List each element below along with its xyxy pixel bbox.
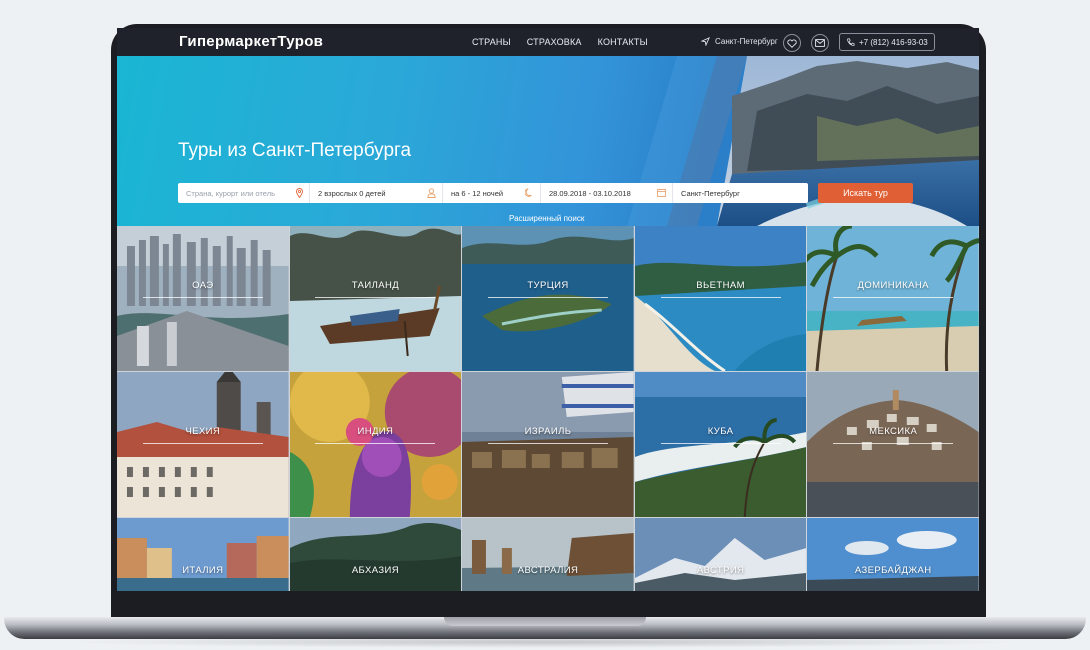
prague-old-town-image: [117, 372, 289, 517]
vietnam-beach-image: [634, 226, 807, 371]
label-divider: [660, 443, 781, 444]
nav-contacts[interactable]: КОНТАКТЫ: [598, 37, 648, 47]
person-icon: [427, 188, 436, 198]
main-nav: СТРАНЫ СТРАХОВКА КОНТАКТЫ: [472, 37, 648, 47]
location-arrow-icon: [701, 37, 710, 46]
destination-tile-azerbaijan[interactable]: АЗЕРБАЙДЖАН: [807, 518, 979, 591]
israel-jerusalem-image: [462, 372, 634, 517]
thailand-boat-image: [289, 226, 462, 371]
cuba-beach-image: [634, 372, 807, 517]
destination-label: АЗЕРБАЙДЖАН: [854, 565, 932, 576]
destination-label: ОАЭ: [192, 280, 214, 291]
destination-placeholder: Страна, курорт или отель: [186, 188, 275, 198]
destination-label: КУБА: [707, 426, 734, 437]
destination-label: ЧЕХИЯ: [185, 426, 221, 437]
destination-label: ТУРЦИЯ: [527, 280, 569, 291]
map-pin-icon: [296, 188, 303, 198]
nav-countries[interactable]: СТРАНЫ: [472, 37, 511, 47]
austria-alps-image: [634, 518, 807, 591]
search-tour-button[interactable]: Искать тур: [818, 183, 913, 203]
italy-canal-image: [117, 518, 289, 591]
destination-tile-australia[interactable]: АВСТРАЛИЯ: [462, 518, 634, 591]
departure-value: Санкт-Петербург: [681, 188, 740, 198]
destination-label: ВЬЕТНАМ: [696, 280, 745, 291]
destination-label: ДОМИНИКАНА: [857, 280, 929, 291]
destination-tile-abkhazia[interactable]: АБХАЗИЯ: [289, 518, 462, 591]
destination-label: ИЗРАИЛЬ: [524, 426, 572, 437]
destination-tile-czech[interactable]: ЧЕХИЯ: [117, 372, 289, 517]
phone-icon: [847, 38, 855, 46]
destination-tile-thailand[interactable]: ТАИЛАНД: [289, 226, 462, 371]
dates-value: 28.09.2018 - 03.10.2018: [549, 188, 631, 198]
site-logo[interactable]: ГипермаркетТуров: [179, 33, 323, 50]
destination-label: АВСТРИЯ: [696, 565, 745, 576]
destinations-grid: ОАЭ ТАИЛАНД ТУРЦИЯ ВЬЕТНАМ ДОМИНИКАНА ЧЕ…: [117, 226, 979, 591]
destination-tile-mexico[interactable]: МЕКСИКА: [807, 372, 979, 517]
tour-search-form: Страна, курорт или отель 2 взрослых 0 де…: [178, 183, 808, 203]
turkey-coast-image: [462, 226, 634, 371]
nav-insurance[interactable]: СТРАХОВКА: [527, 37, 582, 47]
destination-label: АВСТРАЛИЯ: [517, 565, 579, 576]
destination-label: АБХАЗИЯ: [351, 565, 399, 576]
dubai-skyline-image: [117, 226, 289, 371]
advanced-search-link[interactable]: Расширенный поиск: [509, 214, 584, 223]
hero-banner: Туры из Санкт-Петербурга Страна, курорт …: [117, 56, 979, 226]
page-title: Туры из Санкт-Петербурга: [178, 140, 412, 161]
destination-tile-dominican[interactable]: ДОМИНИКАНА: [807, 226, 979, 371]
moon-icon: [525, 188, 532, 197]
destination-label: ИТАЛИЯ: [182, 565, 224, 576]
destination-label: ИНДИЯ: [357, 426, 394, 437]
label-divider: [142, 297, 263, 298]
destination-tile-vietnam[interactable]: ВЬЕТНАМ: [634, 226, 807, 371]
australia-apostles-image: [462, 518, 634, 591]
destination-label: МЕКСИКА: [869, 426, 918, 437]
site-header: ГипермаркетТуров СТРАНЫ СТРАХОВКА КОНТАК…: [117, 28, 979, 56]
mexico-town-image: [807, 372, 979, 517]
laptop-notch: [444, 617, 646, 626]
destination-field[interactable]: Страна, курорт или отель: [178, 183, 310, 203]
nights-field[interactable]: на 6 - 12 ночей: [443, 183, 541, 203]
guests-value: 2 взрослых 0 детей: [318, 188, 386, 198]
label-divider: [660, 297, 781, 298]
departure-city-field[interactable]: Санкт-Петербург: [673, 183, 808, 203]
label-divider: [142, 443, 263, 444]
phone-number: +7 (812) 416-93-03: [859, 37, 928, 47]
website-screen: ГипермаркетТуров СТРАНЫ СТРАХОВКА КОНТАК…: [117, 28, 979, 591]
azerbaijan-sky-image: [807, 518, 979, 591]
city-selector[interactable]: Санкт-Петербург: [701, 37, 778, 46]
label-divider: [487, 443, 609, 444]
destination-tile-italy[interactable]: ИТАЛИЯ: [117, 518, 289, 591]
destination-tile-israel[interactable]: ИЗРАИЛЬ: [462, 372, 634, 517]
destination-label: ТАИЛАНД: [351, 280, 400, 291]
india-holi-festival-image: [289, 372, 462, 517]
label-divider: [487, 297, 609, 298]
destination-tile-uae[interactable]: ОАЭ: [117, 226, 289, 371]
guests-field[interactable]: 2 взрослых 0 детей: [310, 183, 443, 203]
abkhazia-mountains-image: [289, 518, 462, 591]
destination-tile-cuba[interactable]: КУБА: [634, 372, 807, 517]
nights-value: на 6 - 12 ночей: [451, 188, 504, 198]
destination-tile-austria[interactable]: АВСТРИЯ: [634, 518, 807, 591]
label-divider: [315, 443, 436, 444]
envelope-icon: [815, 39, 825, 47]
dominican-palms-image: [807, 226, 979, 371]
dates-field[interactable]: 28.09.2018 - 03.10.2018: [541, 183, 673, 203]
mail-button[interactable]: [811, 34, 829, 52]
destination-tile-turkey[interactable]: ТУРЦИЯ: [462, 226, 634, 371]
city-label: Санкт-Петербург: [715, 37, 778, 46]
calendar-icon: [657, 188, 666, 197]
label-divider: [833, 297, 954, 298]
favorites-button[interactable]: [783, 34, 801, 52]
heart-icon: [787, 38, 797, 48]
label-divider: [833, 443, 954, 444]
phone-button[interactable]: +7 (812) 416-93-03: [839, 33, 935, 51]
label-divider: [315, 297, 436, 298]
destination-tile-india[interactable]: ИНДИЯ: [289, 372, 462, 517]
